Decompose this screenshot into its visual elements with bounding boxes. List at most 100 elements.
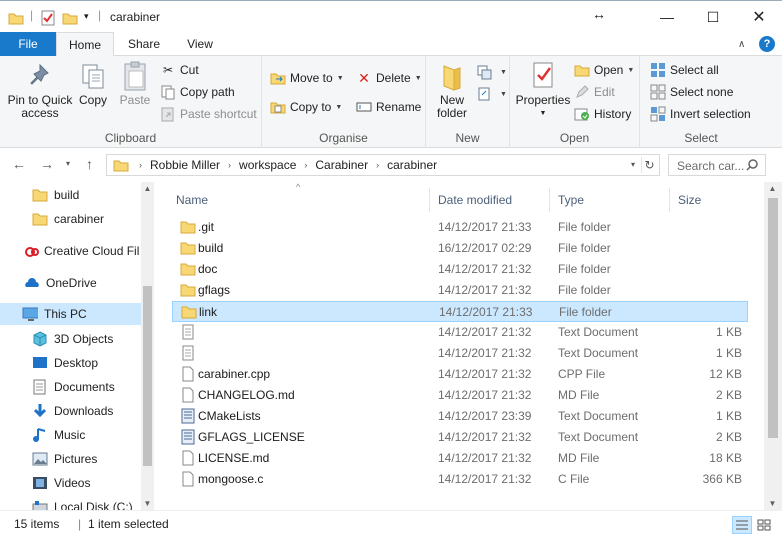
- nav-item-carabiner[interactable]: carabiner: [0, 208, 141, 230]
- nav-item-desktop[interactable]: Desktop: [0, 352, 141, 374]
- nav-item-music[interactable]: Music: [0, 424, 141, 446]
- table-row[interactable]: mongoose.c 14/12/2017 21:32 C File 366 KB: [172, 469, 748, 490]
- new-folder-icon[interactable]: [62, 10, 78, 26]
- file-date: 16/12/2017 02:29: [438, 241, 532, 255]
- file-name: doc: [198, 262, 218, 276]
- search-box[interactable]: Search car...: [668, 154, 766, 176]
- chevron-right-icon[interactable]: ›: [298, 160, 313, 170]
- table-row[interactable]: doc 14/12/2017 21:32 File folder: [172, 259, 748, 280]
- breadcrumb-item[interactable]: Carabiner: [313, 158, 370, 172]
- breadcrumb-item[interactable]: workspace: [237, 158, 298, 172]
- select-none-button[interactable]: Select none: [650, 82, 733, 102]
- rename-button[interactable]: Rename: [356, 97, 421, 117]
- tab-share[interactable]: Share: [118, 32, 170, 56]
- nav-item-videos[interactable]: Videos: [0, 472, 141, 494]
- tab-view[interactable]: View: [174, 32, 226, 56]
- paste-button[interactable]: Paste: [116, 60, 154, 107]
- table-row[interactable]: carabiner.cpp 14/12/2017 21:32 CPP File 12 …: [172, 364, 748, 385]
- table-row[interactable]: .git 14/12/2017 21:33 File folder: [172, 217, 748, 238]
- scroll-up-icon[interactable]: ▲: [141, 184, 154, 193]
- customize-toolbar-icon[interactable]: ▾: [84, 11, 89, 27]
- delete-button[interactable]: ✕ Delete ▼: [356, 68, 422, 88]
- scroll-thumb[interactable]: [768, 198, 778, 438]
- copy-button[interactable]: Copy: [76, 60, 110, 107]
- nav-item-pictures[interactable]: Pictures: [0, 448, 141, 470]
- table-row[interactable]: CMakeLists 14/12/2017 23:39 Text Document 1…: [172, 406, 748, 427]
- scroll-up-icon[interactable]: ▲: [766, 184, 779, 193]
- new-folder-button[interactable]: New folder: [434, 60, 470, 120]
- select-all-label: Select all: [670, 63, 719, 77]
- search-icon[interactable]: [745, 158, 759, 175]
- move-to-button[interactable]: Move to ▼: [270, 68, 344, 88]
- address-dropdown-icon[interactable]: ▾: [631, 160, 635, 169]
- large-icons-view-button[interactable]: [754, 516, 774, 534]
- copy-to-button[interactable]: Copy to ▼: [270, 97, 342, 117]
- nav-item-this-pc[interactable]: This PC: [0, 303, 141, 325]
- file-list-scrollbar[interactable]: ▲ ▼: [764, 182, 782, 510]
- table-row[interactable]: link 14/12/2017 21:33 File folder: [172, 301, 748, 322]
- column-header-type[interactable]: Type: [550, 188, 670, 212]
- select-all-button[interactable]: Select all: [650, 60, 719, 80]
- table-row[interactable]: build 16/12/2017 02:29 File folder: [172, 238, 748, 259]
- scroll-thumb[interactable]: [143, 286, 152, 466]
- selection-count: 1 item selected: [88, 517, 169, 531]
- chevron-right-icon[interactable]: ›: [222, 160, 237, 170]
- scroll-down-icon[interactable]: ▼: [766, 499, 779, 508]
- refresh-icon[interactable]: ↻: [641, 157, 657, 173]
- scroll-down-icon[interactable]: ▼: [141, 499, 154, 508]
- address-bar[interactable]: › Robbie Miller › workspace › Carabiner …: [106, 154, 660, 176]
- table-row[interactable]: LICENSE.md 14/12/2017 21:32 MD File 18 KB: [172, 448, 748, 469]
- nav-scrollbar[interactable]: ▲ ▼: [141, 182, 154, 510]
- column-header-name[interactable]: Name: [168, 188, 430, 212]
- nav-item-onedrive[interactable]: OneDrive: [0, 272, 141, 294]
- breadcrumb-item[interactable]: Robbie Miller: [148, 158, 222, 172]
- nav-label: Creative Cloud Fil: [44, 244, 140, 258]
- file-type: Text Document: [558, 346, 639, 360]
- close-button[interactable]: ✕: [736, 1, 782, 33]
- easy-access-button[interactable]: ▼: [476, 84, 507, 104]
- tab-home[interactable]: Home: [56, 32, 114, 57]
- maximize-button[interactable]: ☐: [690, 1, 736, 33]
- chevron-up-icon[interactable]: ∧: [738, 39, 745, 50]
- column-header-date[interactable]: Date modified: [430, 188, 550, 212]
- chevron-right-icon[interactable]: ›: [133, 160, 148, 170]
- table-row[interactable]: gflags 14/12/2017 21:32 File folder: [172, 280, 748, 301]
- large-icons-view-icon: [757, 519, 771, 531]
- up-arrow-icon[interactable]: ↑: [86, 156, 93, 172]
- edit-button[interactable]: Edit: [574, 82, 615, 102]
- nav-item-creative-cloud[interactable]: Creative Cloud Fil: [0, 240, 141, 262]
- cut-button[interactable]: ✂ Cut: [160, 60, 199, 80]
- forward-arrow-icon[interactable]: →: [40, 156, 54, 172]
- help-icon[interactable]: ?: [759, 36, 775, 52]
- table-row[interactable]: 14/12/2017 21:32 Text Document 1 KB: [172, 322, 748, 343]
- nav-item-3d-objects[interactable]: 3D Objects: [0, 328, 141, 350]
- copy-path-button[interactable]: Copy path: [160, 82, 235, 102]
- file-type: File folder: [558, 262, 611, 276]
- open-button[interactable]: Open ▼: [574, 60, 634, 80]
- tab-file[interactable]: File: [0, 32, 56, 56]
- recent-locations-icon[interactable]: ▾: [66, 159, 70, 168]
- column-header-size[interactable]: Size: [670, 188, 750, 212]
- nav-item-documents[interactable]: Documents: [0, 376, 141, 398]
- details-view-button[interactable]: [732, 516, 752, 534]
- history-button[interactable]: History: [574, 104, 631, 124]
- properties-button[interactable]: Properties ▼: [514, 60, 572, 120]
- new-item-button[interactable]: ▼: [476, 62, 507, 82]
- nav-item-downloads[interactable]: Downloads: [0, 400, 141, 422]
- properties-icon[interactable]: [40, 10, 56, 26]
- file-name: LICENSE.md: [198, 451, 270, 465]
- minimize-button[interactable]: —: [644, 1, 690, 33]
- table-row[interactable]: CHANGELOG.md 14/12/2017 21:32 MD File 2 KB: [172, 385, 748, 406]
- nav-item-build[interactable]: build: [0, 184, 141, 206]
- pin-label: Pin to Quick access: [7, 93, 73, 120]
- paste-shortcut-button[interactable]: Paste shortcut: [160, 104, 257, 124]
- invert-selection-button[interactable]: Invert selection: [650, 104, 751, 124]
- pin-to-quick-access-button[interactable]: Pin to Quick access: [4, 60, 76, 120]
- back-arrow-icon[interactable]: ←: [12, 156, 26, 172]
- file-type: Text Document: [558, 409, 639, 423]
- breadcrumb-item[interactable]: carabiner: [385, 158, 439, 172]
- chevron-right-icon[interactable]: ›: [370, 160, 385, 170]
- table-row[interactable]: 14/12/2017 21:32 Text Document 1 KB: [172, 343, 748, 364]
- nav-item-local-disk[interactable]: Local Disk (C:): [0, 496, 141, 510]
- table-row[interactable]: GFLAGS_LICENSE 14/12/2017 21:32 Text Docum…: [172, 427, 748, 448]
